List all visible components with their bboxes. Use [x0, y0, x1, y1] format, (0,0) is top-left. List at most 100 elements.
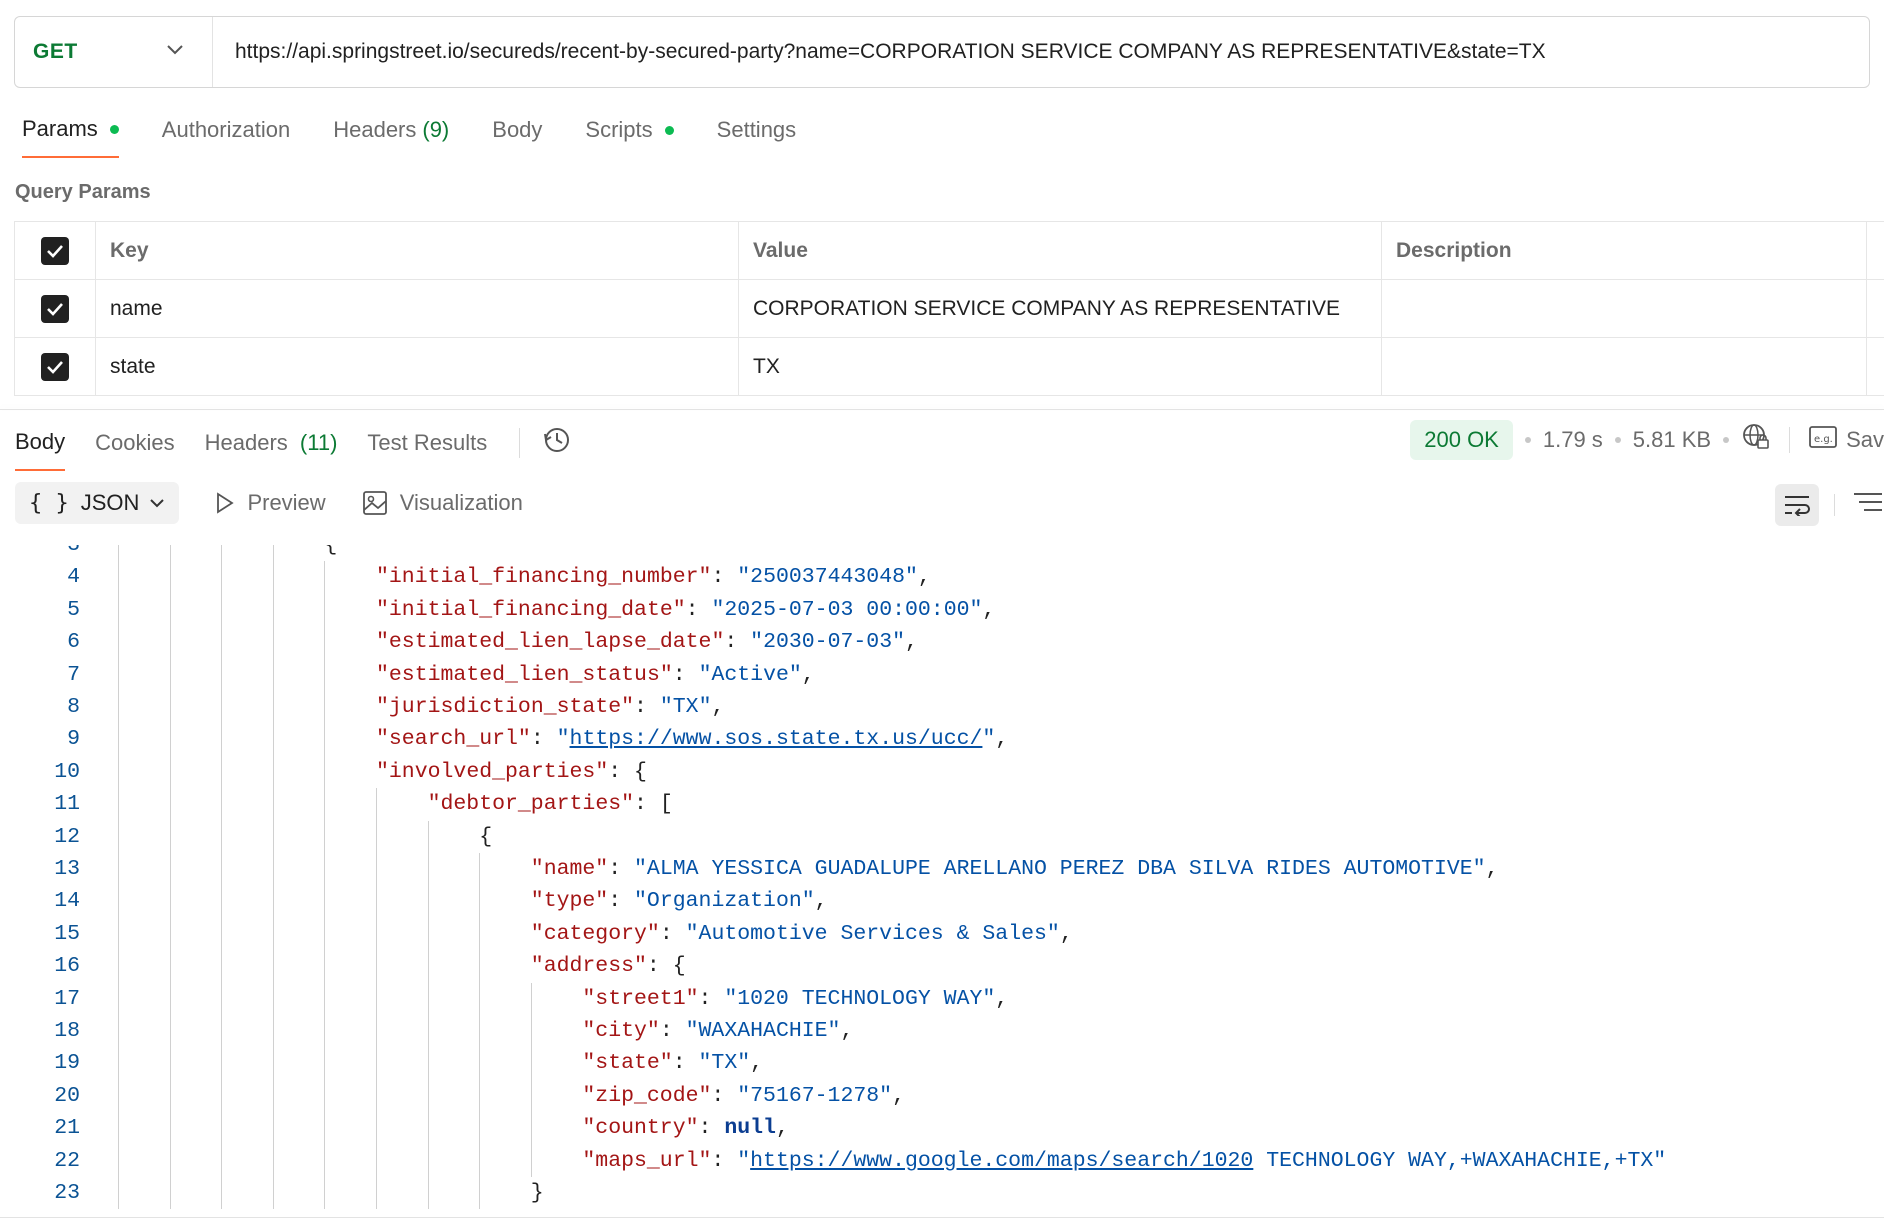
indent-guide	[169, 820, 171, 853]
indent-guide	[118, 1015, 119, 1048]
indent-guide	[530, 1112, 532, 1145]
tab-cookies[interactable]: Cookies	[95, 430, 174, 470]
indent-guide	[324, 917, 326, 951]
param-description-input[interactable]	[1381, 337, 1867, 396]
tab-params[interactable]: Params	[22, 116, 119, 158]
code-token: "	[556, 727, 570, 752]
indent-guide	[530, 1015, 532, 1048]
param-key-input[interactable]: state	[95, 337, 739, 396]
indent-guide	[324, 853, 326, 886]
save-response-label[interactable]: Sav	[1846, 427, 1884, 453]
chevron-down-icon	[149, 498, 165, 508]
tab-response-headers[interactable]: Headers (11)	[205, 430, 338, 470]
param-value-input[interactable]: TX	[738, 337, 1382, 396]
tab-test-results[interactable]: Test Results	[367, 430, 487, 470]
code-token: :	[634, 695, 660, 719]
tab-authorization[interactable]: Authorization	[162, 116, 290, 158]
indent-guide	[324, 561, 326, 594]
code-text: "address": {	[531, 950, 686, 982]
code-token: "involved_parties"	[376, 759, 609, 784]
indent-guide	[169, 1112, 171, 1145]
tab-response-body[interactable]: Body	[15, 429, 66, 471]
indent-guide	[427, 917, 429, 951]
indent-guide	[118, 950, 119, 983]
checkbox-checked-icon[interactable]	[41, 236, 69, 265]
row-checkbox-cell	[14, 279, 96, 338]
tab-params-label: Params	[22, 116, 98, 141]
code-token: :	[530, 727, 557, 752]
tab-scripts[interactable]: Scripts	[585, 116, 674, 158]
code-token: "street1"	[582, 986, 699, 1011]
param-value-input[interactable]: CORPORATION SERVICE COMPANY AS REPRESENT…	[738, 279, 1382, 338]
indent-guide	[221, 723, 223, 756]
code-token: ,	[905, 630, 918, 655]
globe-lock-icon[interactable]	[1741, 422, 1771, 458]
filter-button[interactable]	[1852, 488, 1882, 523]
headers-count: (9)	[422, 117, 450, 142]
checkbox-checked-icon[interactable]	[41, 294, 69, 323]
indent-guide	[530, 1047, 532, 1080]
indent-guide	[118, 561, 119, 594]
line-number: 12	[54, 824, 80, 849]
history-icon[interactable]	[542, 425, 572, 460]
response-headers-count: (11)	[299, 429, 338, 455]
code-token: :	[672, 1051, 699, 1076]
url-input[interactable]	[213, 17, 1869, 87]
filter-icon	[1854, 493, 1882, 511]
indent-guide	[272, 950, 274, 983]
indent-guide	[324, 885, 326, 918]
indent-guide	[479, 1144, 481, 1177]
code-token: "TX"	[698, 1051, 751, 1076]
status-badge[interactable]: 200 OK	[1410, 420, 1513, 460]
indent-guide	[427, 820, 429, 853]
tabs-separator	[519, 427, 521, 458]
param-description-input[interactable]	[1381, 279, 1867, 338]
method-label: GET	[33, 40, 78, 63]
indent-guide	[169, 755, 171, 789]
line-number: 15	[54, 921, 80, 946]
indent-guide	[169, 1177, 171, 1210]
tab-settings[interactable]: Settings	[717, 116, 797, 158]
indent-guide	[169, 545, 171, 562]
method-select[interactable]: GET	[15, 17, 213, 87]
indent-guide	[272, 885, 274, 918]
indent-guide	[169, 1047, 171, 1080]
response-time[interactable]: 1.79 s	[1543, 427, 1603, 453]
response-size[interactable]: 5.81 KB	[1633, 427, 1711, 453]
response-code-editor[interactable]: 3{4 "initial_financing_number": "25003744…	[0, 545, 1884, 1220]
indent-guide	[324, 1112, 326, 1145]
indent-guide	[118, 1177, 119, 1210]
preview-button[interactable]: Preview	[215, 490, 326, 516]
line-number: 4	[67, 565, 80, 590]
tab-headers[interactable]: Headers (9)	[333, 116, 449, 158]
separator-dot	[1614, 437, 1621, 443]
indent-guide	[427, 1144, 429, 1177]
chevron-down-icon	[166, 43, 184, 61]
format-select[interactable]: { } JSON	[15, 482, 180, 524]
scripts-active-dot	[664, 125, 674, 135]
checkbox-checked-icon[interactable]	[41, 352, 69, 381]
visualization-button[interactable]: Visualization	[362, 490, 523, 516]
value-column-header: Value	[738, 221, 1382, 280]
example-icon[interactable]: e.g.	[1808, 424, 1838, 456]
code-text: "street1": "1020 TECHNOLOGY WAY",	[582, 983, 1008, 1015]
param-key-input[interactable]: name	[95, 279, 739, 338]
indent-guide	[272, 755, 274, 789]
code-text: "state": "TX",	[582, 1047, 763, 1079]
response-divider[interactable]	[0, 409, 1884, 410]
code-line: 5 "initial_financing_date": "2025-07-03 0…	[0, 594, 1884, 626]
indent-guide	[118, 820, 119, 853]
indent-guide	[479, 885, 481, 918]
code-token: ,	[982, 597, 996, 622]
indent-guide	[324, 1079, 326, 1113]
code-link[interactable]: https://www.google.com/maps/search/1020	[750, 1149, 1253, 1173]
code-link[interactable]: https://www.sos.state.tx.us/ucc/	[570, 727, 983, 751]
word-wrap-button[interactable]	[1775, 484, 1819, 526]
code-token: "jurisdiction_state"	[376, 695, 635, 719]
code-token: ,	[750, 1051, 764, 1076]
tab-body[interactable]: Body	[492, 116, 542, 158]
code-token: ,	[995, 986, 1009, 1011]
indent-guide	[118, 982, 119, 1015]
code-token: "Active"	[698, 662, 802, 687]
code-line: 10 "involved_parties": {	[0, 756, 1884, 788]
